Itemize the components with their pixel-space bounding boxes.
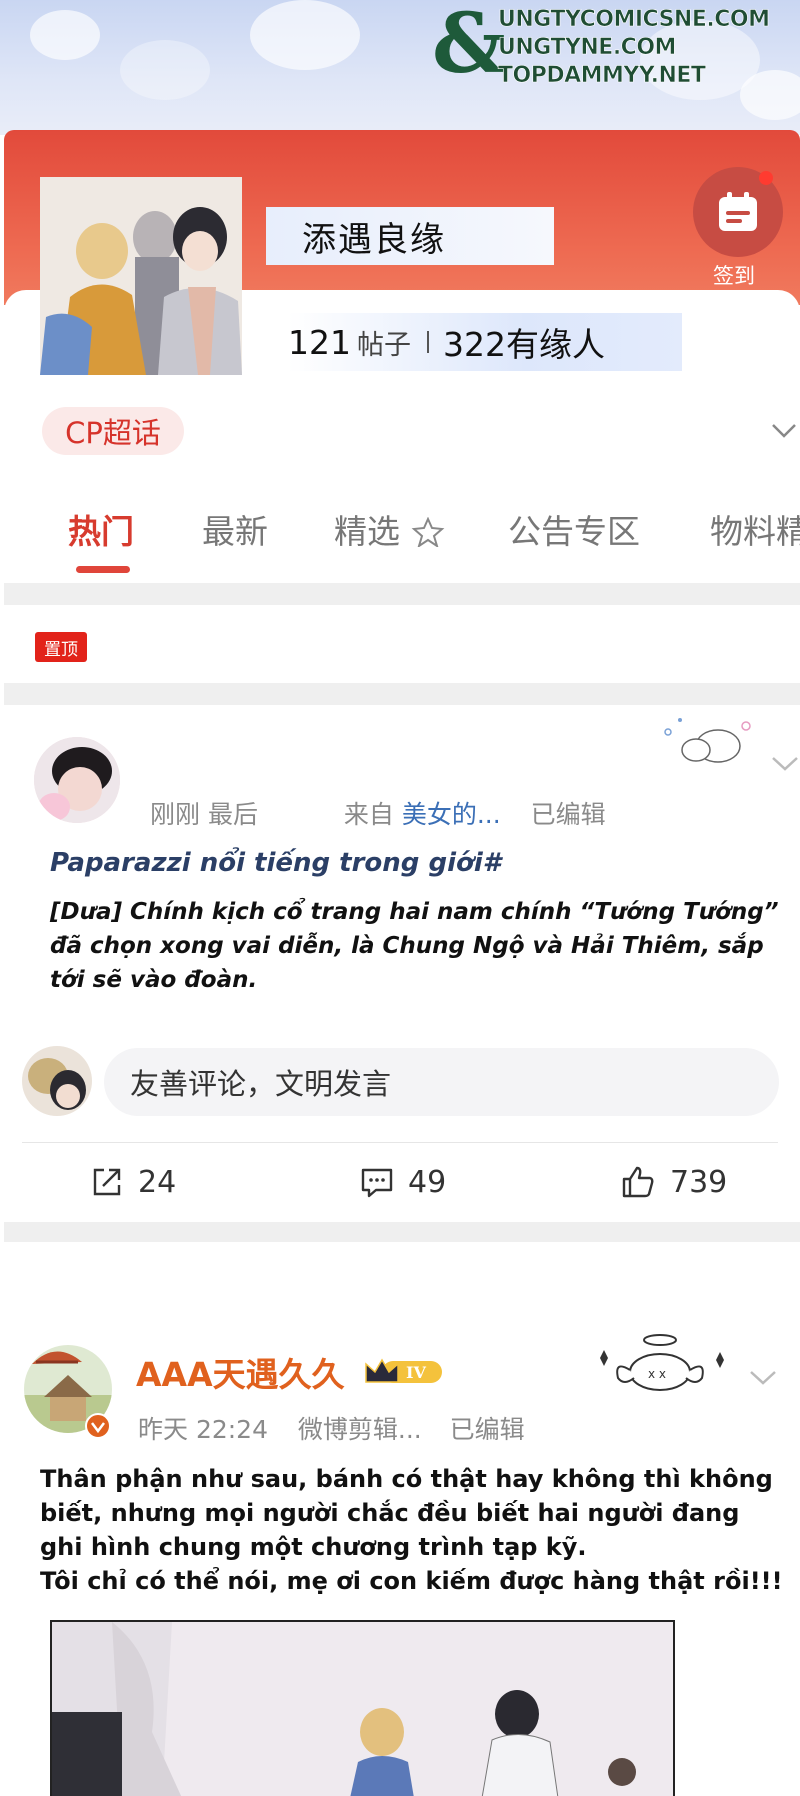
- avatar[interactable]: [34, 737, 120, 823]
- like-icon: [622, 1166, 654, 1198]
- forum-stats: 121 帖子 322有缘人: [288, 313, 682, 371]
- post2-time: 昨天 22:24: [138, 1415, 268, 1444]
- post-body: [Dưa] Chính kịch cổ trang hai nam chính …: [50, 899, 779, 993]
- post2-edited-label: 已编辑: [449, 1415, 525, 1444]
- tab-featured-label: 精选: [334, 512, 400, 551]
- post2-line-1: Thân phận như sau, bánh có thật hay khôn…: [40, 1465, 773, 1561]
- section-divider: [4, 583, 800, 605]
- post-image[interactable]: [50, 1620, 675, 1796]
- like-count: 739: [670, 1164, 728, 1200]
- tab-featured[interactable]: 精选: [334, 505, 445, 553]
- signin-label[interactable]: 签到: [713, 260, 755, 290]
- section-divider: [4, 1222, 800, 1242]
- pinned-badge: 置顶: [35, 632, 87, 662]
- level-badge: IV: [365, 1358, 442, 1383]
- chevron-down-icon[interactable]: [748, 1368, 778, 1388]
- tab-materials[interactable]: 物料精: [710, 505, 800, 553]
- post-hashtag[interactable]: Paparazzi nổi tiếng trong giới#: [50, 848, 501, 878]
- tab-announcements[interactable]: 公告专区: [508, 505, 640, 553]
- post-meta: 刚刚 最后 来自 美女的... 已编辑: [150, 795, 606, 831]
- comment-icon: [361, 1168, 393, 1198]
- section-divider: [4, 683, 800, 705]
- forum-cover-image[interactable]: [40, 177, 242, 375]
- post-time: 刚刚 最后: [150, 800, 258, 829]
- members-count: 322有缘人: [443, 325, 605, 364]
- chevron-down-icon[interactable]: [770, 754, 800, 774]
- author-name[interactable]: AAA天遇久久: [136, 1348, 345, 1396]
- calendar-signin-icon: [719, 192, 757, 231]
- posts-unit: 帖子: [357, 329, 411, 361]
- signin-button[interactable]: [693, 167, 783, 257]
- tab-latest[interactable]: 最新: [202, 505, 268, 553]
- chevron-down-icon[interactable]: [770, 416, 798, 444]
- notification-dot: [759, 171, 773, 185]
- hat-decoration-icon: [32, 1351, 82, 1364]
- share-icon: [93, 1168, 121, 1196]
- tab-hot[interactable]: 热门: [68, 505, 134, 553]
- share-count: 24: [138, 1164, 177, 1200]
- edited-label: 已编辑: [530, 800, 606, 829]
- featured-star-icon: [411, 516, 444, 549]
- forum-banner: & UNGTYCOMICSNE.COM UNGTYNE.COM TOPDAMMY…: [0, 0, 800, 135]
- cp-super-topic-tag[interactable]: CP超话: [42, 407, 184, 455]
- decorative-sticker-icon: [664, 718, 751, 763]
- active-tab-indicator: [76, 566, 130, 573]
- tab-bar: 热门 最新 精选 公告专区 物料精: [0, 505, 800, 575]
- comment-input[interactable]: 友善评论，文明发言: [104, 1048, 779, 1116]
- svg-text:x x: x x: [648, 1367, 666, 1381]
- verified-badge-icon: [85, 1413, 111, 1439]
- watermark-line-2: UNGTYNE.COM: [498, 35, 677, 61]
- decorative-angel-icon: x x: [600, 1334, 724, 1391]
- post2-body: Thân phận như sau, bánh có thật hay khôn…: [40, 1462, 785, 1598]
- watermark-line-3: TOPDAMMYY.NET: [498, 63, 707, 89]
- like-button[interactable]: 739: [620, 1160, 727, 1204]
- watermark: & UNGTYCOMICSNE.COM UNGTYNE.COM TOPDAMMY…: [432, 0, 770, 92]
- share-button[interactable]: 24: [90, 1160, 176, 1204]
- post2-line-2: Tôi chỉ có thể nói, mẹ ơi con kiếm được …: [40, 1567, 783, 1595]
- post2-meta: 昨天 22:24 微博剪辑... 已编辑: [138, 1410, 525, 1446]
- comment-count: 49: [408, 1164, 447, 1200]
- stats-separator: [427, 331, 429, 353]
- watermark-line-1: UNGTYCOMICSNE.COM: [498, 7, 771, 33]
- post2-source: 微博剪辑...: [297, 1415, 422, 1444]
- my-avatar[interactable]: [22, 1046, 92, 1116]
- forum-title: 添遇良缘: [266, 207, 554, 265]
- post-from-label: 来自: [343, 800, 394, 829]
- comment-button[interactable]: 49: [360, 1160, 446, 1204]
- divider: [22, 1142, 778, 1143]
- posts-count: 121: [288, 322, 351, 362]
- level-text: IV: [406, 1363, 426, 1382]
- post-source[interactable]: 美女的...: [402, 800, 501, 829]
